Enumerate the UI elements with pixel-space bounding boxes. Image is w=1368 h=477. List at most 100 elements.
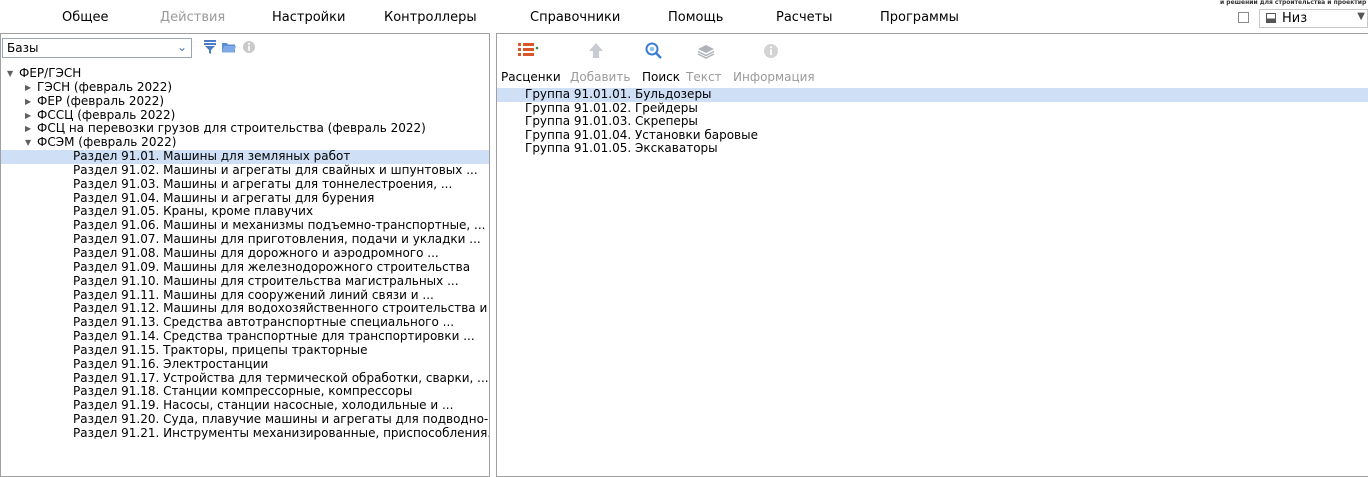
panel-position-value: Низ [1282, 11, 1308, 26]
tree-item[interactable]: Раздел 91.15. Тракторы, прицепы тракторн… [1, 342, 489, 358]
groups-list: Группа 91.01.01. Бульдозеры Группа 91.01.… [497, 87, 1368, 156]
tree-item-label: Раздел 91.21. Инструменты механизированн… [73, 425, 490, 440]
tree-item[interactable]: Раздел 91.05. Краны, кроме плавучих [1, 205, 489, 219]
menu-general[interactable]: Общее [62, 10, 109, 25]
tree-item-label: Раздел 91.19. Насосы, станции насосные, … [73, 398, 454, 413]
tree-item[interactable]: Раздел 91.10. Машины для строительства м… [1, 273, 489, 289]
arrow-up-icon[interactable] [585, 40, 607, 62]
menu-settings[interactable]: Настройки [272, 10, 345, 25]
list-item[interactable]: Группа 91.01.01. Бульдозеры [497, 87, 1368, 102]
filter-icon[interactable] [204, 40, 216, 54]
caret-down-icon[interactable]: ▼ [7, 67, 13, 81]
tree-item[interactable]: Раздел 91.08. Машины для дорожного и аэр… [1, 245, 489, 261]
tree-item[interactable]: Раздел 91.03. Машины и агрегаты для тонн… [1, 176, 489, 192]
info-icon[interactable] [760, 40, 782, 62]
tree-item-label: Раздел 91.07. Машины для приготовления, … [73, 232, 481, 247]
list-item[interactable]: Группа 91.01.05. Экскаваторы [497, 142, 1368, 156]
tree-item-label: Раздел 91.11. Машины для сооружений лини… [73, 287, 434, 302]
info-icon[interactable] [242, 40, 256, 54]
tree-item[interactable]: Раздел 91.04. Машины и агрегаты для буре… [1, 190, 489, 206]
search-icon[interactable] [643, 40, 665, 62]
tree-item-label: ФСЭМ (февраль 2022) [37, 135, 177, 150]
tree-item[interactable]: Раздел 91.17. Устройства для термической… [1, 370, 489, 386]
tree-item-label: Раздел 91.01. Машины для земляных работ [73, 149, 351, 164]
menu-programs[interactable]: Программы [880, 10, 959, 25]
menu-help[interactable]: Помощь [668, 10, 723, 25]
information-button[interactable]: Информация [733, 70, 815, 84]
text-button[interactable]: Текст [686, 70, 722, 84]
tree-item-label: Раздел 91.12. Машины для водохозяйственн… [73, 301, 490, 316]
panel-position-select[interactable]: Низ ▼ [1259, 9, 1368, 28]
tree-item[interactable]: Раздел 91.18. Станции компрессорные, ком… [1, 385, 489, 399]
menu-controllers[interactable]: Контроллеры [384, 10, 477, 25]
tree-item-label: Раздел 91.17. Устройства для термической… [73, 370, 489, 385]
tree-item[interactable]: Раздел 91.09. Машины для железнодорожног… [1, 259, 489, 275]
tree-item-label: Раздел 91.16. Электростанции [73, 356, 269, 371]
databases-panel: Базы ⌄ ▼ ФЕР/ГЭСН ▶ ГЭСН (февраль 2022) ▶ ФЕР… [0, 33, 490, 477]
menu-references[interactable]: Справочники [530, 10, 620, 25]
tree-item[interactable]: Раздел 91.20. Суда, плавучие машины и аг… [1, 412, 490, 427]
tree-item[interactable]: Раздел 91.13. Средства автотранспортные … [1, 315, 489, 330]
list-item[interactable]: Группа 91.01.02. Грейдеры [497, 101, 1368, 116]
menu-bar: Общее Действия Настройки Контроллеры Спр… [0, 0, 1368, 32]
tree-item-label: Раздел 91.15. Тракторы, прицепы тракторн… [73, 342, 368, 357]
tree-item[interactable]: Раздел 91.19. Насосы, станции насосные, … [1, 398, 489, 413]
tree-item[interactable]: Раздел 91.06. Машины и механизмы подъемн… [1, 218, 489, 233]
layers-icon[interactable] [695, 40, 717, 62]
tree-item-label: ГЭСН (февраль 2022) [37, 79, 173, 94]
add-button[interactable]: Добавить [570, 70, 630, 84]
tree-item-label: Раздел 91.05. Краны, кроме плавучих [73, 204, 314, 219]
tree-item-label: ФССЦ (февраль 2022) [37, 107, 176, 122]
tree-item[interactable]: Раздел 91.14. Средства транспортные для … [1, 329, 489, 344]
database-select[interactable]: Базы ⌄ [2, 38, 192, 58]
menu-actions[interactable]: Действия [160, 10, 225, 25]
tab-rates[interactable]: Расценки [501, 70, 561, 84]
tree-item-label: Раздел 91.08. Машины для дорожного и аэр… [73, 245, 439, 260]
tree-item[interactable]: Раздел 91.01. Машины для земляных работ [1, 149, 489, 164]
chevron-down-icon: ⌄ [176, 40, 187, 54]
tree-item[interactable]: Раздел 91.16. Электростанции [1, 356, 489, 372]
caret-down-icon[interactable]: ▼ [25, 136, 31, 150]
folder-open-icon[interactable] [221, 40, 237, 54]
tree-item[interactable]: ▶ ФССЦ (февраль 2022) [1, 107, 489, 123]
list-item[interactable]: Группа 91.01.03. Скреперы [497, 115, 1368, 129]
tree-item[interactable]: ▶ ГЭСН (февраль 2022) [1, 79, 489, 95]
tree-item[interactable]: Раздел 91.12. Машины для водохозяйственн… [1, 301, 490, 316]
search-button[interactable]: Поиск [642, 70, 680, 84]
tree-item-label: Раздел 91.02. Машины и агрегаты для свай… [73, 162, 478, 177]
tree-item-label: ФЕР/ГЭСН [19, 66, 82, 80]
tree-item-label: Раздел 91.20. Суда, плавучие машины и аг… [73, 412, 490, 427]
tree-item[interactable]: Раздел 91.07. Машины для приготовления, … [1, 232, 489, 247]
tree-item[interactable]: Раздел 91.02. Машины и агрегаты для свай… [1, 162, 489, 178]
tree-item-label: Раздел 91.09. Машины для железнодорожног… [73, 259, 471, 274]
rates-panel: Расценки Добавить Поиск Текст Информация… [496, 33, 1368, 477]
tree-item-label: ФЕР (февраль 2022) [37, 93, 165, 108]
list-item[interactable]: Группа 91.01.04. Установки баровые [497, 128, 1368, 143]
database-tree: ▼ ФЕР/ГЭСН ▶ ГЭСН (февраль 2022) ▶ ФЕР (февра… [1, 66, 490, 441]
tree-item[interactable]: ▼ ФЕР/ГЭСН [1, 66, 489, 81]
database-select-value: Базы [7, 41, 39, 55]
panel-bottom-icon [1266, 13, 1276, 23]
tree-item-label: Раздел 91.14. Средства транспортные для … [73, 329, 475, 344]
caret-right-icon[interactable]: ▶ [25, 81, 31, 95]
tree-item-label: Раздел 91.13. Средства автотранспортные … [73, 315, 455, 330]
list-icon[interactable] [517, 40, 539, 62]
tree-item[interactable]: ▶ ФЕР (февраль 2022) [1, 93, 489, 109]
tree-item[interactable]: ▶ ФСЦ на перевозки грузов для строительст… [1, 122, 489, 136]
tree-item-label: Раздел 91.18. Станции компрессорные, ком… [73, 384, 413, 399]
tree-item-label: Раздел 91.06. Машины и механизмы подъемн… [73, 218, 486, 233]
tree-item-label: Раздел 91.04. Машины и агрегаты для буре… [73, 190, 375, 205]
menu-calculations[interactable]: Расчеты [776, 10, 832, 25]
caret-right-icon[interactable]: ▶ [25, 109, 31, 123]
caret-right-icon[interactable]: ▶ [25, 95, 31, 109]
brand-banner: и решений для строительства и проектир [1220, 0, 1367, 6]
tree-item[interactable]: ▼ ФСЭМ (февраль 2022) [1, 135, 489, 150]
tree-item[interactable]: Раздел 91.11. Машины для сооружений лини… [1, 287, 489, 303]
tree-item-label: Раздел 91.10. Машины для строительства м… [73, 273, 459, 288]
chevron-down-icon: ▼ [1357, 11, 1365, 22]
window-toggle-button[interactable] [1238, 12, 1249, 23]
caret-right-icon[interactable]: ▶ [25, 122, 31, 136]
tree-item-label: ФСЦ на перевозки грузов для строительств… [37, 121, 426, 136]
tree-item[interactable]: Раздел 91.21. Инструменты механизированн… [1, 425, 490, 441]
tree-item-label: Раздел 91.03. Машины и агрегаты для тонн… [73, 176, 453, 191]
